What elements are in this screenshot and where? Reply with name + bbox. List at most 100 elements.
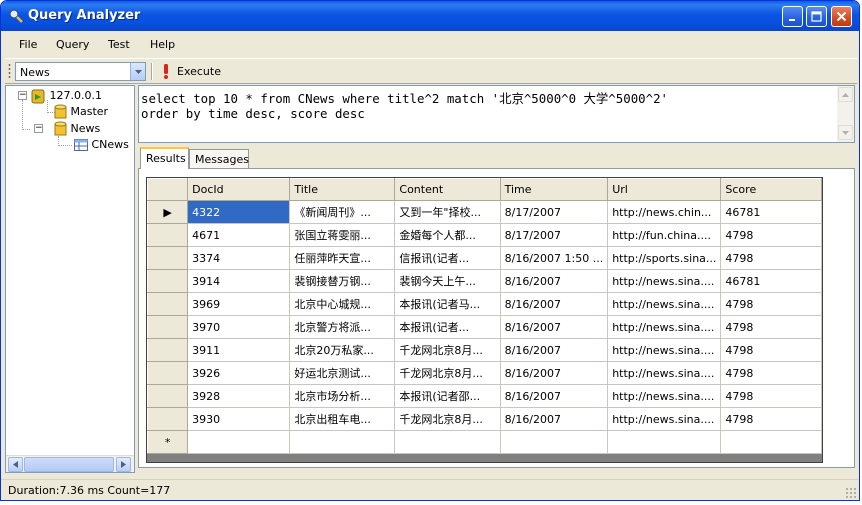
new-cell[interactable]	[607, 430, 722, 454]
close-button[interactable]	[831, 6, 852, 27]
collapse-news-toggle[interactable]: −	[34, 124, 43, 133]
cell-title[interactable]: 《新闻周刊》...	[289, 200, 396, 224]
column-header-time[interactable]: Time	[499, 178, 609, 201]
collapse-server-toggle[interactable]: −	[18, 91, 27, 100]
row-header-corner[interactable]	[146, 178, 189, 201]
table-row[interactable]: 3930 北京出租车电... 千龙网北京8月... 8/16/2007 http…	[146, 407, 822, 431]
cell-score[interactable]: 4798	[720, 407, 822, 431]
cell-content[interactable]: 信报讯(记者...	[394, 246, 501, 270]
column-header-content[interactable]: Content	[394, 178, 501, 201]
cell-url[interactable]: http://news.sina....	[607, 338, 722, 362]
tree-horizontal-scrollbar[interactable]	[6, 455, 134, 472]
table-row[interactable]: 4671 张国立蒋雯丽... 金婚每个人都... 8/17/2007 http:…	[146, 223, 822, 247]
cell-url[interactable]: http://news.sina....	[607, 407, 722, 431]
cell-title[interactable]: 北京警方将派...	[289, 315, 396, 339]
cell-score[interactable]: 4798	[720, 246, 822, 270]
cell-time[interactable]: 8/16/2007	[499, 292, 609, 316]
row-header[interactable]	[146, 407, 189, 431]
resize-grip-icon[interactable]	[845, 487, 857, 499]
minimize-button[interactable]	[782, 6, 803, 27]
scroll-left-icon[interactable]	[8, 457, 23, 472]
table-row[interactable]: ▶ 4322 《新闻周刊》... 又到一年"择校... 8/17/2007 ht…	[146, 200, 822, 224]
cell-title[interactable]: 北京出租车电...	[289, 407, 396, 431]
scroll-thumb[interactable]	[24, 457, 114, 472]
maximize-button[interactable]	[806, 6, 827, 27]
cell-url[interactable]: http://news.sina....	[607, 292, 722, 316]
scroll-up-icon[interactable]	[838, 87, 853, 102]
tab-results[interactable]: Results	[140, 147, 189, 169]
cell-docid[interactable]: 3926	[187, 361, 291, 385]
tree-node-server[interactable]: 127.0.0.1	[30, 88, 102, 104]
title-bar[interactable]: Query Analyzer	[1, 1, 859, 31]
cell-content[interactable]: 本报讯(记者马...	[394, 292, 501, 316]
cell-title[interactable]: 北京市场分析...	[289, 384, 396, 408]
row-header[interactable]	[146, 361, 189, 385]
cell-time[interactable]: 8/16/2007	[499, 269, 609, 293]
new-cell[interactable]	[289, 430, 396, 454]
execute-button[interactable]: Execute	[155, 62, 229, 81]
row-header[interactable]	[146, 384, 189, 408]
cell-content[interactable]: 千龙网北京8月...	[394, 361, 501, 385]
cell-url[interactable]: http://news.sina....	[607, 361, 722, 385]
row-header[interactable]	[146, 269, 189, 293]
cell-url[interactable]: http://news.sina....	[607, 315, 722, 339]
menu-query[interactable]: Query	[56, 38, 89, 51]
cell-time[interactable]: 8/16/2007	[499, 361, 609, 385]
menu-test[interactable]: Test	[108, 38, 130, 51]
cell-docid[interactable]: 3911	[187, 338, 291, 362]
table-row[interactable]: 3926 好运北京测试... 千龙网北京8月... 8/16/2007 http…	[146, 361, 822, 385]
cell-content[interactable]: 千龙网北京8月...	[394, 338, 501, 362]
cell-url[interactable]: http://news.chin...	[607, 200, 722, 224]
cell-title[interactable]: 裴钢接替万钢...	[289, 269, 396, 293]
tab-messages[interactable]: Messages	[189, 149, 249, 169]
cell-score[interactable]: 4798	[720, 338, 822, 362]
cell-url[interactable]: http://fun.china....	[607, 223, 722, 247]
table-row[interactable]: 3914 裴钢接替万钢... 裴钢今天上午... 8/16/2007 http:…	[146, 269, 822, 293]
tree-node-cnews[interactable]: CNews	[74, 138, 129, 151]
dropdown-arrow-icon[interactable]	[130, 63, 145, 80]
cell-title[interactable]: 张国立蒋雯丽...	[289, 223, 396, 247]
cell-time[interactable]: 8/17/2007	[499, 223, 609, 247]
cell-docid[interactable]: 3930	[187, 407, 291, 431]
cell-title[interactable]: 北京中心城规...	[289, 292, 396, 316]
cell-content[interactable]: 本报讯(记者邵...	[394, 384, 501, 408]
row-header[interactable]	[146, 315, 189, 339]
tree-node-master[interactable]: Master	[54, 104, 108, 120]
cell-time[interactable]: 8/16/2007 1:50 ...	[499, 246, 609, 270]
new-cell[interactable]	[720, 430, 822, 454]
scroll-right-icon[interactable]	[116, 457, 131, 472]
menu-file[interactable]: File	[19, 38, 37, 51]
cell-score[interactable]: 4798	[720, 315, 822, 339]
results-grid[interactable]: DocId Title Content Time Url Score ▶ 432…	[146, 177, 823, 463]
table-row[interactable]: 3969 北京中心城规... 本报讯(记者马... 8/16/2007 http…	[146, 292, 822, 316]
cell-time[interactable]: 8/16/2007	[499, 338, 609, 362]
database-select[interactable]: News	[15, 62, 146, 81]
cell-score[interactable]: 4798	[720, 223, 822, 247]
row-header[interactable]	[146, 223, 189, 247]
table-row[interactable]: 3970 北京警方将派... 本报讯(记者... 8/16/2007 http:…	[146, 315, 822, 339]
new-row-marker[interactable]: *	[146, 430, 189, 454]
query-vertical-scrollbar[interactable]	[837, 86, 854, 142]
column-header-score[interactable]: Score	[720, 178, 822, 201]
cell-docid[interactable]: 3970	[187, 315, 291, 339]
new-cell[interactable]	[394, 430, 501, 454]
cell-title[interactable]: 任丽萍昨天宣...	[289, 246, 396, 270]
scroll-down-icon[interactable]	[838, 125, 853, 140]
table-row[interactable]: 3374 任丽萍昨天宣... 信报讯(记者... 8/16/2007 1:50 …	[146, 246, 822, 270]
cell-content[interactable]: 金婚每个人都...	[394, 223, 501, 247]
column-header-docid[interactable]: DocId	[187, 178, 291, 201]
cell-score[interactable]: 4798	[720, 384, 822, 408]
tree-node-news[interactable]: News	[54, 121, 100, 137]
cell-url[interactable]: http://news.sina....	[607, 269, 722, 293]
new-cell[interactable]	[499, 430, 609, 454]
cell-time[interactable]: 8/16/2007	[499, 315, 609, 339]
cell-content[interactable]: 千龙网北京8月...	[394, 407, 501, 431]
cell-docid[interactable]: 3928	[187, 384, 291, 408]
cell-content[interactable]: 本报讯(记者...	[394, 315, 501, 339]
row-header[interactable]	[146, 246, 189, 270]
cell-docid[interactable]: 4322	[187, 200, 291, 224]
cell-url[interactable]: http://sports.sina...	[607, 246, 722, 270]
cell-time[interactable]: 8/17/2007	[499, 200, 609, 224]
cell-score[interactable]: 46781	[720, 269, 822, 293]
cell-docid[interactable]: 3914	[187, 269, 291, 293]
